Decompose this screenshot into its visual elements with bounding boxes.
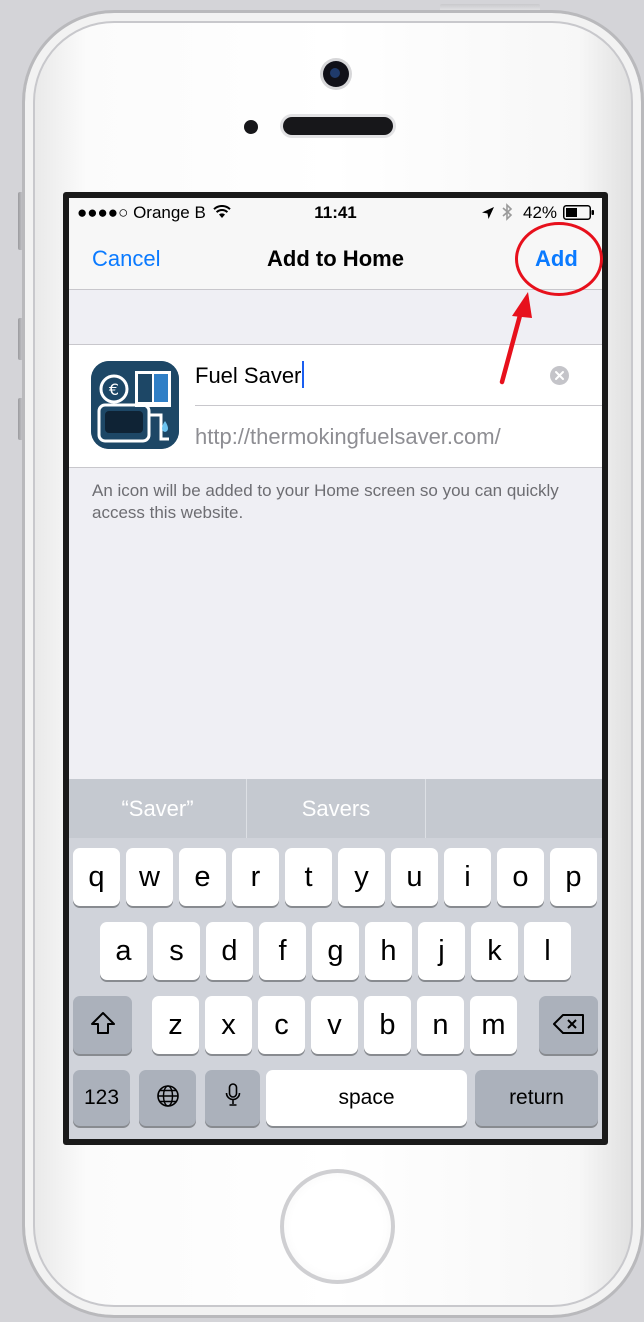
key-r[interactable]: r (232, 848, 279, 906)
globe-key[interactable] (139, 1070, 196, 1126)
key-i[interactable]: i (444, 848, 491, 906)
app-icon: € (91, 361, 179, 449)
key-z[interactable]: z (152, 996, 199, 1054)
key-w[interactable]: w (126, 848, 173, 906)
helper-text: An icon will be added to your Home scree… (92, 481, 559, 522)
text-cursor (302, 361, 305, 388)
key-c[interactable]: c (258, 996, 305, 1054)
name-field-value: Fuel Saver (195, 363, 302, 388)
space-key[interactable]: space (266, 1070, 467, 1126)
key-k[interactable]: k (471, 922, 518, 980)
field-divider (195, 405, 602, 406)
key-e[interactable]: e (179, 848, 226, 906)
suggestion-savers[interactable]: Savers (247, 779, 425, 838)
key-n[interactable]: n (417, 996, 464, 1054)
key-m[interactable]: m (470, 996, 517, 1054)
delete-icon (552, 997, 585, 1055)
key-s[interactable]: s (153, 922, 200, 980)
key-q[interactable]: q (73, 848, 120, 906)
shift-icon (90, 997, 116, 1055)
home-button[interactable] (280, 1169, 395, 1284)
return-key[interactable]: return (475, 1070, 598, 1126)
key-f[interactable]: f (259, 922, 306, 980)
microphone-icon (225, 1071, 241, 1127)
location-arrow-icon (481, 205, 495, 225)
predictive-bar: “Saver” Savers (69, 779, 602, 838)
battery-level-fill (566, 208, 577, 217)
microphone-key[interactable] (205, 1070, 260, 1126)
name-field[interactable]: Fuel Saver (195, 361, 535, 389)
bluetooth-icon (502, 203, 513, 226)
key-j[interactable]: j (418, 922, 465, 980)
numbers-key[interactable]: 123 (73, 1070, 130, 1126)
clear-icon[interactable] (550, 366, 569, 385)
annotation-circle (515, 222, 603, 296)
key-b[interactable]: b (364, 996, 411, 1054)
delete-key[interactable] (539, 996, 598, 1054)
key-x[interactable]: x (205, 996, 252, 1054)
keyboard: qwertyuiop asdfghjkl zxcvbnm 123 space r… (69, 838, 602, 1139)
status-bar: ●●●●○ Orange B 11:41 42% (69, 198, 602, 228)
proximity-sensor (244, 120, 258, 134)
key-g[interactable]: g (312, 922, 359, 980)
key-u[interactable]: u (391, 848, 438, 906)
suggestion-empty[interactable] (426, 779, 602, 838)
key-o[interactable]: o (497, 848, 544, 906)
key-h[interactable]: h (365, 922, 412, 980)
front-camera (323, 61, 349, 87)
key-l[interactable]: l (524, 922, 571, 980)
svg-text:€: € (109, 380, 119, 399)
earpiece-speaker (283, 117, 393, 135)
annotation-arrow (499, 292, 532, 385)
globe-icon (156, 1071, 180, 1127)
key-t[interactable]: t (285, 848, 332, 906)
shift-key[interactable] (73, 996, 132, 1054)
battery-percent: 42% (523, 203, 558, 222)
url-label: http://thermokingfuelsaver.com/ (195, 424, 501, 449)
key-p[interactable]: p (550, 848, 597, 906)
key-a[interactable]: a (100, 922, 147, 980)
key-v[interactable]: v (311, 996, 358, 1054)
key-y[interactable]: y (338, 848, 385, 906)
suggestion-quoted[interactable]: “Saver” (69, 779, 246, 838)
key-d[interactable]: d (206, 922, 253, 980)
